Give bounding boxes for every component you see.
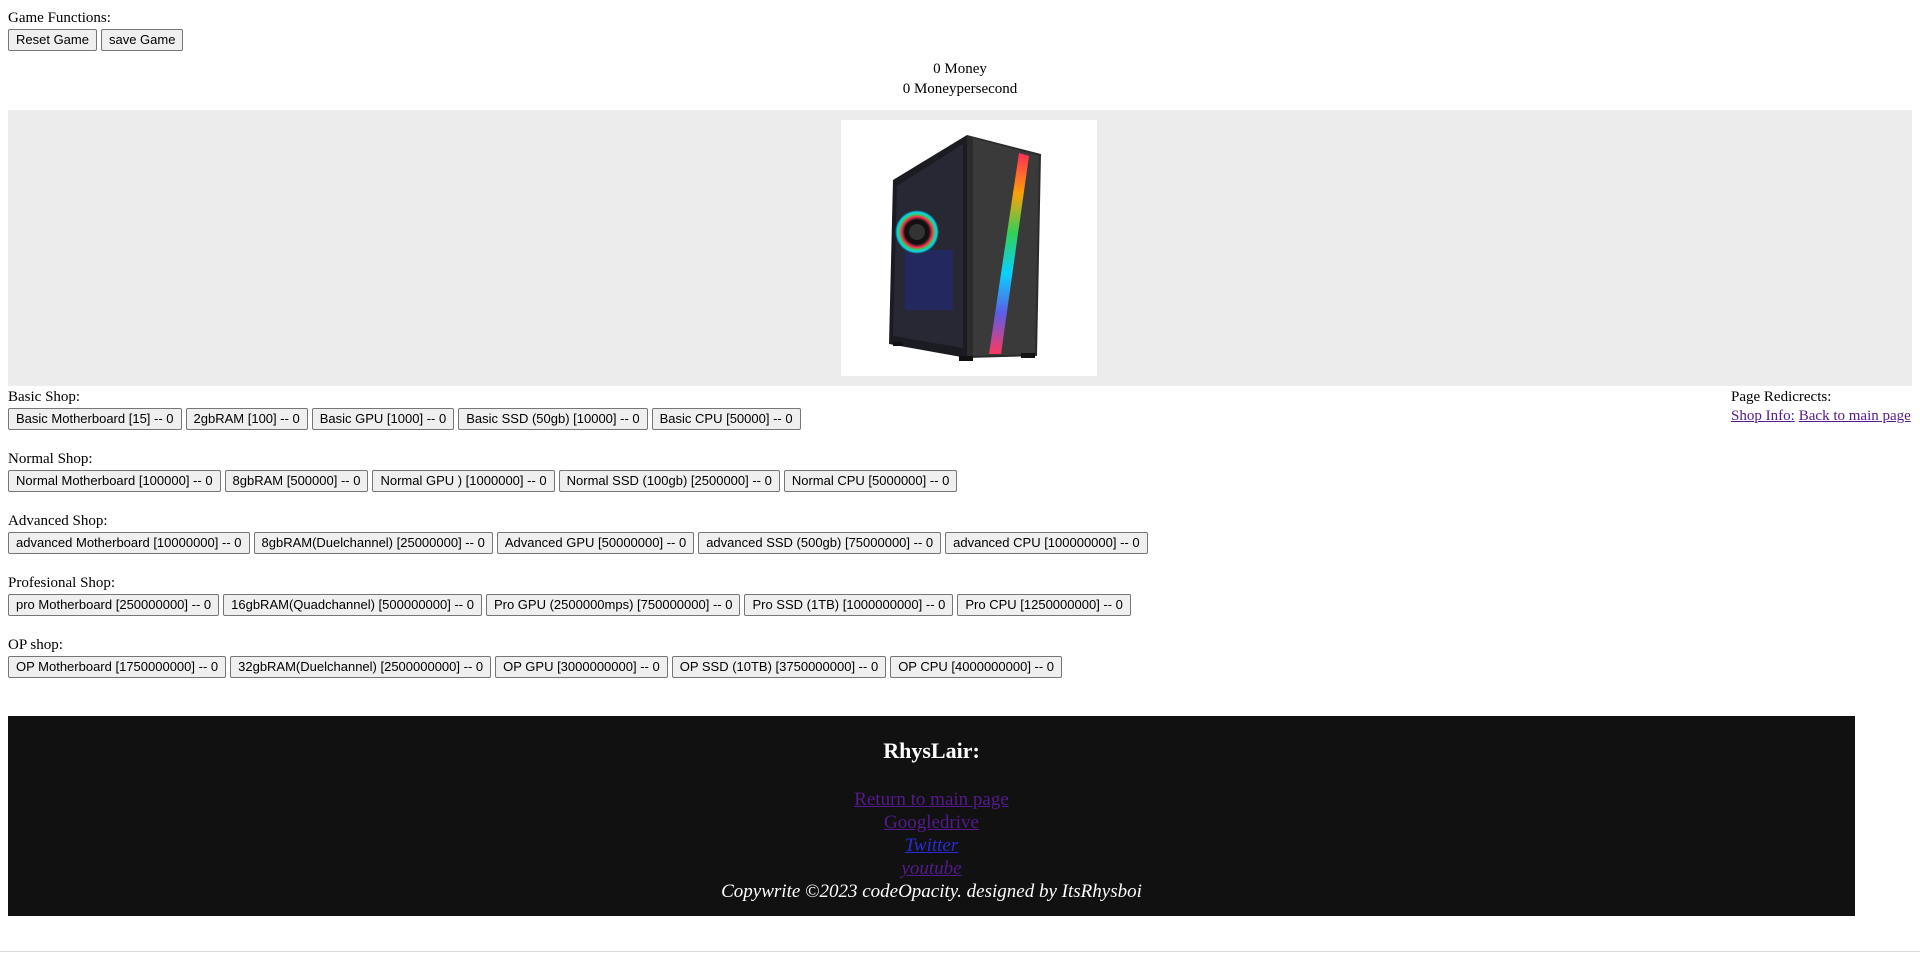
buy-normal-motherboard-button[interactable]: Normal Motherboard [100000] -- 0 (8, 470, 221, 492)
buy-normal-cpu-button[interactable]: Normal CPU [5000000] -- 0 (783, 470, 958, 492)
shop-label: Basic Shop: (8, 389, 81, 405)
footer-title: RhysLair: (883, 738, 980, 763)
buy-pro-cpu-button[interactable]: Pro CPU [1250000000] -- 0 (957, 594, 1131, 616)
twitter-link[interactable]: Twitter (8, 834, 1855, 857)
shop-label: OP shop: (8, 637, 63, 653)
clicker-area (8, 110, 1912, 386)
save-game-button[interactable]: save Game (100, 29, 184, 51)
page-divider (0, 951, 1920, 952)
return-to-main-page-link[interactable]: Return to main page (8, 788, 1855, 811)
buy-2gb-ram-button[interactable]: 2gbRAM [100] -- 0 (185, 408, 308, 430)
reset-game-button[interactable]: Reset Game (8, 29, 97, 51)
page-redirects: Page Redicrects: Shop Info: Back to main … (1731, 388, 1915, 426)
buy-basic-gpu-button[interactable]: Basic GPU [1000] -- 0 (311, 408, 455, 430)
buy-basic-motherboard-button[interactable]: Basic Motherboard [15] -- 0 (8, 408, 182, 430)
shop-professional: Profesional Shop: pro Motherboard [25000… (8, 574, 1152, 636)
shop-info-link[interactable]: Shop Info: (1731, 408, 1795, 424)
shop-label: Advanced Shop: (8, 513, 108, 529)
back-to-main-page-link[interactable]: Back to main page (1799, 408, 1911, 424)
game-functions-buttons: Reset Game save Game (8, 29, 187, 51)
buy-normal-ssd-button[interactable]: Normal SSD (100gb) [2500000] -- 0 (558, 470, 780, 492)
page-redirects-label: Page Redicrects: (1731, 389, 1832, 405)
buy-advanced-gpu-button[interactable]: Advanced GPU [50000000] -- 0 (496, 532, 695, 554)
copyright-text: Copywrite ©2023 codeOpacity. designed by… (721, 881, 1142, 902)
pc-case-icon (889, 135, 1041, 361)
buy-basic-cpu-button[interactable]: Basic CPU [50000] -- 0 (651, 408, 801, 430)
shop-advanced: Advanced Shop: advanced Motherboard [100… (8, 512, 1152, 574)
shop-op: OP shop: OP Motherboard [1750000000] -- … (8, 636, 1152, 698)
buy-op-gpu-button[interactable]: OP GPU [3000000000] -- 0 (495, 656, 668, 678)
footer: RhysLair: Return to main page Googledriv… (8, 716, 1855, 916)
game-functions-label: Game Functions: (8, 10, 111, 26)
buy-advanced-motherboard-button[interactable]: advanced Motherboard [10000000] -- 0 (8, 532, 250, 554)
buy-op-cpu-button[interactable]: OP CPU [4000000000] -- 0 (890, 656, 1063, 678)
buy-16gb-ram-quad-button[interactable]: 16gbRAM(Quadchannel) [500000000] -- 0 (223, 594, 482, 616)
shop-label: Profesional Shop: (8, 575, 116, 591)
shop-basic: Basic Shop: Basic Motherboard [15] -- 0 … (8, 388, 1152, 450)
money-counter: 0 Money (933, 61, 987, 77)
shop-label: Normal Shop: (8, 451, 93, 467)
buy-op-motherboard-button[interactable]: OP Motherboard [1750000000] -- 0 (8, 656, 227, 678)
money-per-second-counter: 0 Moneypersecond (902, 81, 1018, 97)
googledrive-link[interactable]: Googledrive (8, 811, 1855, 834)
shop-normal: Normal Shop: Normal Motherboard [100000]… (8, 450, 1152, 512)
game-functions: Game Functions: Reset Game save Game (8, 9, 187, 51)
buy-8gb-ram-dual-button[interactable]: 8gbRAM(Duelchannel) [25000000] -- 0 (253, 532, 493, 554)
pc-case-clicker-image[interactable] (841, 120, 1097, 376)
shops: Basic Shop: Basic Motherboard [15] -- 0 … (8, 388, 1152, 698)
buy-pro-ssd-button[interactable]: Pro SSD (1TB) [1000000000] -- 0 (744, 594, 954, 616)
buy-8gb-ram-button[interactable]: 8gbRAM [500000] -- 0 (224, 470, 369, 492)
buy-advanced-ssd-button[interactable]: advanced SSD (500gb) [75000000] -- 0 (698, 532, 942, 554)
money-stats: 0 Money 0 Moneypersecond (0, 59, 1920, 99)
buy-advanced-cpu-button[interactable]: advanced CPU [100000000] -- 0 (945, 532, 1148, 554)
buy-pro-motherboard-button[interactable]: pro Motherboard [250000000] -- 0 (8, 594, 220, 616)
youtube-link[interactable]: youtube (8, 857, 1855, 880)
buy-normal-gpu-button[interactable]: Normal GPU ) [1000000] -- 0 (372, 470, 555, 492)
buy-pro-gpu-button[interactable]: Pro GPU (2500000mps) [750000000] -- 0 (485, 594, 741, 616)
buy-32gb-ram-dual-button[interactable]: 32gbRAM(Duelchannel) [2500000000] -- 0 (230, 656, 492, 678)
buy-op-ssd-button[interactable]: OP SSD (10TB) [3750000000] -- 0 (671, 656, 887, 678)
buy-basic-ssd-button[interactable]: Basic SSD (50gb) [10000] -- 0 (458, 408, 648, 430)
